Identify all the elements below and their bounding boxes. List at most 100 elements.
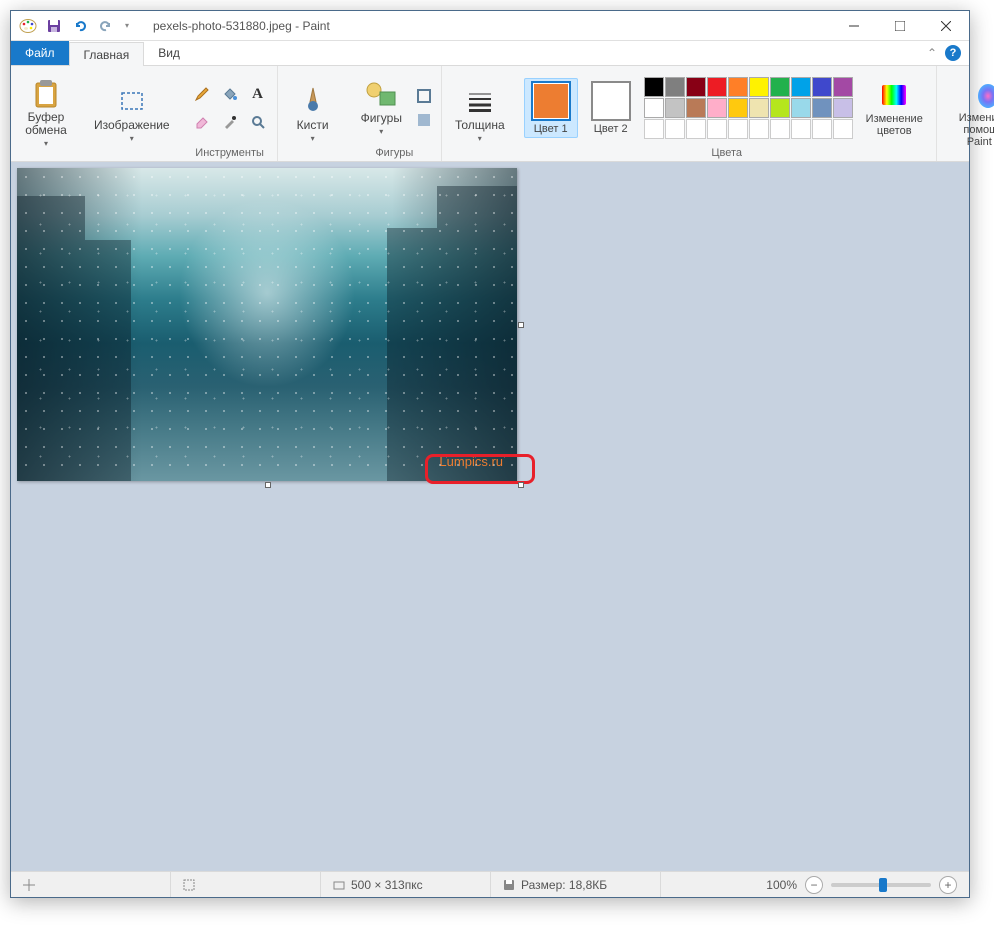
collapse-ribbon-icon[interactable]: ⌃: [927, 46, 937, 60]
undo-button[interactable]: [69, 15, 91, 37]
quick-access-toolbar: ▾: [43, 15, 133, 37]
canvas[interactable]: Lumpics.ru: [17, 168, 517, 481]
color-swatch[interactable]: [707, 98, 727, 118]
file-size: Размер: 18,8КБ: [491, 872, 661, 897]
group-clipboard: Буфер обмена▾: [11, 66, 81, 161]
ribbon-tabs: Файл Главная Вид ⌃ ?: [11, 41, 969, 66]
size-label: Толщина: [455, 118, 505, 132]
image-label: Изображение: [94, 118, 170, 132]
zoom-controls: 100% − +: [754, 876, 969, 894]
color-swatch[interactable]: [686, 77, 706, 97]
color-swatch[interactable]: [644, 98, 664, 118]
color-swatch-empty[interactable]: [665, 119, 685, 139]
zoom-slider[interactable]: [831, 883, 931, 887]
dimensions-icon: [333, 879, 345, 891]
shapes-label: Фигуры: [361, 111, 402, 125]
group-colors: Цвет 1 Цвет 2 Изменение цветов Цвета: [518, 66, 937, 161]
help-icon[interactable]: ?: [945, 45, 961, 61]
color-swatch-empty[interactable]: [770, 119, 790, 139]
color-swatch[interactable]: [749, 77, 769, 97]
color-swatch-empty[interactable]: [791, 119, 811, 139]
color-swatch[interactable]: [833, 98, 853, 118]
color-swatch[interactable]: [791, 98, 811, 118]
statusbar: 500 × 313пкс Размер: 18,8КБ 100% − +: [11, 871, 969, 897]
edit-colors-label: Изменение цветов: [866, 113, 923, 137]
color-swatch[interactable]: [791, 77, 811, 97]
shape-outline[interactable]: [413, 85, 435, 107]
shapes-group-label: Фигуры: [354, 146, 435, 159]
paste-button[interactable]: Буфер обмена▾: [17, 79, 75, 151]
color-swatch[interactable]: [728, 77, 748, 97]
canvas-area[interactable]: Lumpics.ru: [11, 162, 969, 871]
maximize-button[interactable]: [877, 11, 923, 41]
color2-button[interactable]: Цвет 2: [584, 78, 638, 138]
zoom-level: 100%: [766, 878, 797, 892]
watermark-text: Lumpics.ru: [439, 454, 503, 469]
color-swatch-empty[interactable]: [686, 119, 706, 139]
cursor-icon: [23, 879, 35, 891]
cursor-position: [11, 872, 171, 897]
select-button[interactable]: Изображение▾: [87, 79, 177, 151]
color-swatch[interactable]: [770, 98, 790, 118]
color-swatch[interactable]: [770, 77, 790, 97]
color-swatch[interactable]: [812, 77, 832, 97]
color-swatch-empty[interactable]: [749, 119, 769, 139]
tab-view[interactable]: Вид: [144, 41, 194, 65]
resize-handle[interactable]: [518, 482, 524, 488]
selection-icon: [183, 879, 195, 891]
image-dimensions: 500 × 313пкс: [321, 872, 491, 897]
selection-size: [171, 872, 321, 897]
color-swatch-empty[interactable]: [707, 119, 727, 139]
group-paint3d: Изменить с помощью Paint 3D: [937, 66, 994, 161]
paint3d-button[interactable]: Изменить с помощью Paint 3D: [943, 79, 994, 151]
magnifier-tool[interactable]: [245, 109, 271, 135]
brushes-button[interactable]: Кисти▾: [284, 79, 342, 151]
color-swatch-empty[interactable]: [728, 119, 748, 139]
tab-home[interactable]: Главная: [69, 42, 145, 66]
edit-colors-button[interactable]: Изменение цветов: [859, 72, 930, 144]
color-picker-tool[interactable]: [217, 109, 243, 135]
color-swatch[interactable]: [665, 98, 685, 118]
group-brushes: Кисти▾: [278, 66, 348, 161]
color-swatch[interactable]: [665, 77, 685, 97]
brushes-label: Кисти: [297, 118, 329, 132]
close-button[interactable]: [923, 11, 969, 41]
ribbon: Буфер обмена▾ Изображение▾ A: [11, 66, 969, 162]
color-swatch[interactable]: [707, 77, 727, 97]
color-palette: [644, 77, 853, 139]
save-button[interactable]: [43, 15, 65, 37]
pencil-tool[interactable]: [189, 81, 215, 107]
paint-window: ▾ pexels-photo-531880.jpeg - Paint Файл …: [10, 10, 970, 898]
color-swatch-empty[interactable]: [644, 119, 664, 139]
minimize-button[interactable]: [831, 11, 877, 41]
eraser-tool[interactable]: [189, 109, 215, 135]
redo-button[interactable]: [95, 15, 117, 37]
color-swatch[interactable]: [749, 98, 769, 118]
color-swatch[interactable]: [833, 77, 853, 97]
image-content: Lumpics.ru: [17, 168, 517, 481]
color-swatch-empty[interactable]: [812, 119, 832, 139]
color-swatch[interactable]: [728, 98, 748, 118]
qat-customize[interactable]: ▾: [121, 15, 133, 37]
zoom-in-button[interactable]: +: [939, 876, 957, 894]
color-swatch-empty[interactable]: [833, 119, 853, 139]
color-swatch[interactable]: [812, 98, 832, 118]
shapes-gallery[interactable]: Фигуры▾: [354, 72, 409, 144]
window-controls: [831, 11, 969, 41]
color-swatch[interactable]: [644, 77, 664, 97]
shape-fill[interactable]: [413, 109, 435, 131]
clipboard-label: Буфер обмена: [25, 110, 67, 137]
text-tool[interactable]: A: [245, 81, 271, 107]
fill-tool[interactable]: [217, 81, 243, 107]
paint3d-label: Изменить с помощью Paint 3D: [950, 112, 994, 148]
color-swatch[interactable]: [686, 98, 706, 118]
group-image: Изображение▾: [81, 66, 183, 161]
resize-handle[interactable]: [265, 482, 271, 488]
size-button[interactable]: Толщина▾: [448, 79, 512, 151]
color2-label: Цвет 2: [594, 123, 628, 135]
zoom-out-button[interactable]: −: [805, 876, 823, 894]
tab-file[interactable]: Файл: [11, 41, 69, 65]
resize-handle[interactable]: [518, 322, 524, 328]
colors-group-label: Цвета: [524, 146, 930, 159]
color1-button[interactable]: Цвет 1: [524, 78, 578, 138]
